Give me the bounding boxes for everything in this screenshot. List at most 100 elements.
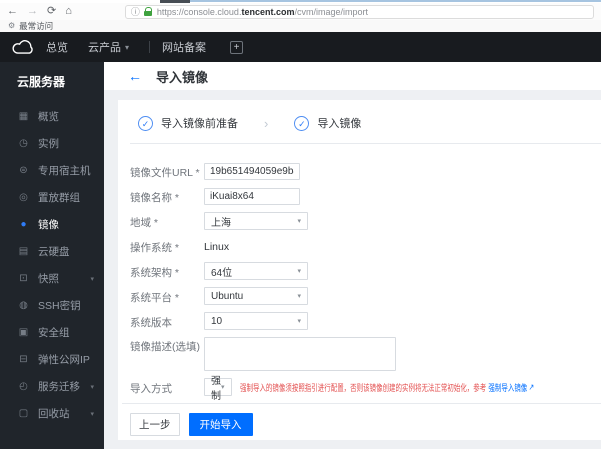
sidebar-item-label: 弹性公网IP xyxy=(38,352,90,367)
gear-icon: ⚙ xyxy=(8,20,15,32)
image-url-input[interactable] xyxy=(204,163,300,180)
browser-tabstrip xyxy=(0,0,601,3)
form-row-region: 地域 * 上海 ▾ xyxy=(130,212,601,230)
main-panel: ← 导入镜像 ✓ 导入镜像前准备 › ✓ 导入镜像 xyxy=(104,62,601,449)
select-value: 强制 xyxy=(211,372,221,402)
version-select[interactable]: 10 ▾ xyxy=(204,312,308,330)
select-value: 10 xyxy=(211,316,222,327)
chevron-down-icon: ▾ xyxy=(125,43,129,52)
start-import-button[interactable]: 开始导入 xyxy=(189,413,253,436)
sidebar-item-security-groups[interactable]: ▣ 安全组 xyxy=(0,319,104,346)
sidebar-item-placement-groups[interactable]: ◎ 置放群组 xyxy=(0,184,104,211)
platform-select[interactable]: Ubuntu ▾ xyxy=(204,287,308,305)
form-row-image-url: 镜像文件URL * xyxy=(130,162,601,180)
topnav-products[interactable]: 云产品 ▾ xyxy=(88,39,129,55)
sidebar-item-recycle-bin[interactable]: ▢ 回收站 ▾ xyxy=(0,400,104,427)
divider xyxy=(122,403,601,404)
form-actions: 上一步 开始导入 xyxy=(118,413,601,436)
sidebar-item-label: 服务迁移 xyxy=(38,379,80,394)
sidebar-item-cloud-disks[interactable]: ▤ 云硬盘 xyxy=(0,238,104,265)
sidebar-item-instances[interactable]: ◷ 实例 xyxy=(0,130,104,157)
sidebar-title: 云服务器 xyxy=(0,62,104,90)
topnav-products-label: 云产品 xyxy=(88,39,121,55)
sidebar-item-label: SSH密钥 xyxy=(38,298,81,313)
previous-step-button[interactable]: 上一步 xyxy=(130,413,180,436)
form-row-import-mode: 导入方式 强制 ▾ 强制导入的镜像须按照指引进行配置，否则该镜像创建的实例将无法… xyxy=(130,378,601,396)
bookmark-most-visited[interactable]: 最常访问 xyxy=(19,20,53,32)
page-header: ← 导入镜像 xyxy=(104,62,601,90)
console-topnav: 总览 云产品 ▾ 网站备案 + xyxy=(0,32,601,62)
import-mode-select[interactable]: 强制 ▾ xyxy=(204,378,232,396)
field-label: 系统版本 xyxy=(130,313,204,330)
add-shortcut-button[interactable]: + xyxy=(230,41,243,54)
external-link-icon[interactable]: ↗ xyxy=(528,382,533,393)
url-domain: tencent.com xyxy=(241,7,294,17)
check-circle-icon: ✓ xyxy=(294,116,309,131)
select-value: 64位 xyxy=(211,264,232,279)
migration-icon: ◴ xyxy=(17,381,30,392)
bookmarks-bar: ⚙ 最常访问 xyxy=(0,20,601,32)
chevron-down-icon: ▾ xyxy=(297,292,301,300)
browser-forward-icon[interactable]: → xyxy=(27,3,38,20)
step-label: 导入镜像 xyxy=(317,115,361,131)
sidebar-item-images[interactable]: ● 镜像 xyxy=(0,211,104,238)
sidebar-item-ssh-keys[interactable]: ◍ SSH密钥 xyxy=(0,292,104,319)
field-label: 系统架构 * xyxy=(130,263,204,280)
sidebar-item-label: 镜像 xyxy=(38,217,59,232)
browser-back-icon[interactable]: ← xyxy=(7,3,18,20)
field-label: 系统平台 * xyxy=(130,288,204,305)
image-icon: ● xyxy=(17,219,30,230)
address-bar[interactable]: ⓘ https://console.cloud.tencent.com/cvm/… xyxy=(125,5,594,19)
step-prepare: ✓ 导入镜像前准备 xyxy=(138,115,238,131)
sidebar-item-dedicated-hosts[interactable]: ⊜ 专用宿主机 xyxy=(0,157,104,184)
chevron-down-icon: ▾ xyxy=(90,383,94,391)
snapshot-icon: ⊡ xyxy=(17,273,30,284)
sidebar-item-eip[interactable]: ⊟ 弹性公网IP xyxy=(0,346,104,373)
topnav-beian[interactable]: 网站备案 xyxy=(162,39,206,55)
os-value: Linux xyxy=(204,239,229,253)
chevron-down-icon: ▾ xyxy=(90,410,94,418)
overview-icon: ▦ xyxy=(17,111,30,122)
field-label: 镜像文件URL * xyxy=(130,163,204,180)
tencent-cloud-logo-icon[interactable] xyxy=(0,40,46,55)
sidebar-item-service-migration[interactable]: ◴ 服务迁移 ▾ xyxy=(0,373,104,400)
form-row-image-name: 镜像名称 * xyxy=(130,187,601,205)
chevron-down-icon: ▾ xyxy=(297,317,301,325)
sidebar-item-snapshots[interactable]: ⊡ 快照 ▾ xyxy=(0,265,104,292)
sidebar-item-overview[interactable]: ▦ 概览 xyxy=(0,103,104,130)
security-group-icon: ▣ xyxy=(17,327,30,338)
sidebar-item-label: 专用宿主机 xyxy=(38,163,91,178)
browser-reload-icon[interactable]: ⟳ xyxy=(47,3,56,20)
force-import-doc-link[interactable]: 强制导入镜像 xyxy=(488,381,527,394)
instances-icon: ◷ xyxy=(17,138,30,149)
arch-select[interactable]: 64位 ▾ xyxy=(204,262,308,280)
eip-icon: ⊟ xyxy=(17,354,30,365)
step-arrow-icon: › xyxy=(264,116,268,131)
sidebar: 云服务器 ▦ 概览 ◷ 实例 ⊜ 专用宿主机 ◎ 置放群组 xyxy=(0,62,104,449)
import-image-card: ✓ 导入镜像前准备 › ✓ 导入镜像 镜像文件URL * xyxy=(118,100,601,440)
page-info-icon[interactable]: ⓘ xyxy=(131,5,140,18)
check-circle-icon: ✓ xyxy=(138,116,153,131)
description-textarea[interactable] xyxy=(204,337,396,371)
url-text: https://console.cloud.tencent.com/cvm/im… xyxy=(157,7,368,17)
field-label: 导入方式 xyxy=(130,379,204,396)
image-name-input[interactable] xyxy=(204,188,300,205)
region-select[interactable]: 上海 ▾ xyxy=(204,212,308,230)
url-prefix: https://console.cloud. xyxy=(157,7,242,17)
screen: ← → ⟳ ⌂ ⓘ https://console.cloud.tencent.… xyxy=(0,0,601,449)
form-row-platform: 系统平台 * Ubuntu ▾ xyxy=(130,287,601,305)
ssh-key-icon: ◍ xyxy=(17,300,30,311)
content-area: 云服务器 ▦ 概览 ◷ 实例 ⊜ 专用宿主机 ◎ 置放群组 xyxy=(0,62,601,449)
sidebar-item-label: 回收站 xyxy=(38,406,70,421)
step-indicator: ✓ 导入镜像前准备 › ✓ 导入镜像 xyxy=(118,100,601,143)
topnav-overview[interactable]: 总览 xyxy=(46,39,68,55)
field-label: 操作系统 * xyxy=(130,238,204,255)
dedicated-host-icon: ⊜ xyxy=(17,165,30,176)
form-row-arch: 系统架构 * 64位 ▾ xyxy=(130,262,601,280)
chevron-down-icon: ▾ xyxy=(221,383,225,391)
back-arrow-button[interactable]: ← xyxy=(128,68,142,84)
chevron-down-icon: ▾ xyxy=(297,217,301,225)
browser-home-icon[interactable]: ⌂ xyxy=(65,3,72,20)
sidebar-item-label: 概览 xyxy=(38,109,59,124)
page-title: 导入镜像 xyxy=(156,67,208,86)
